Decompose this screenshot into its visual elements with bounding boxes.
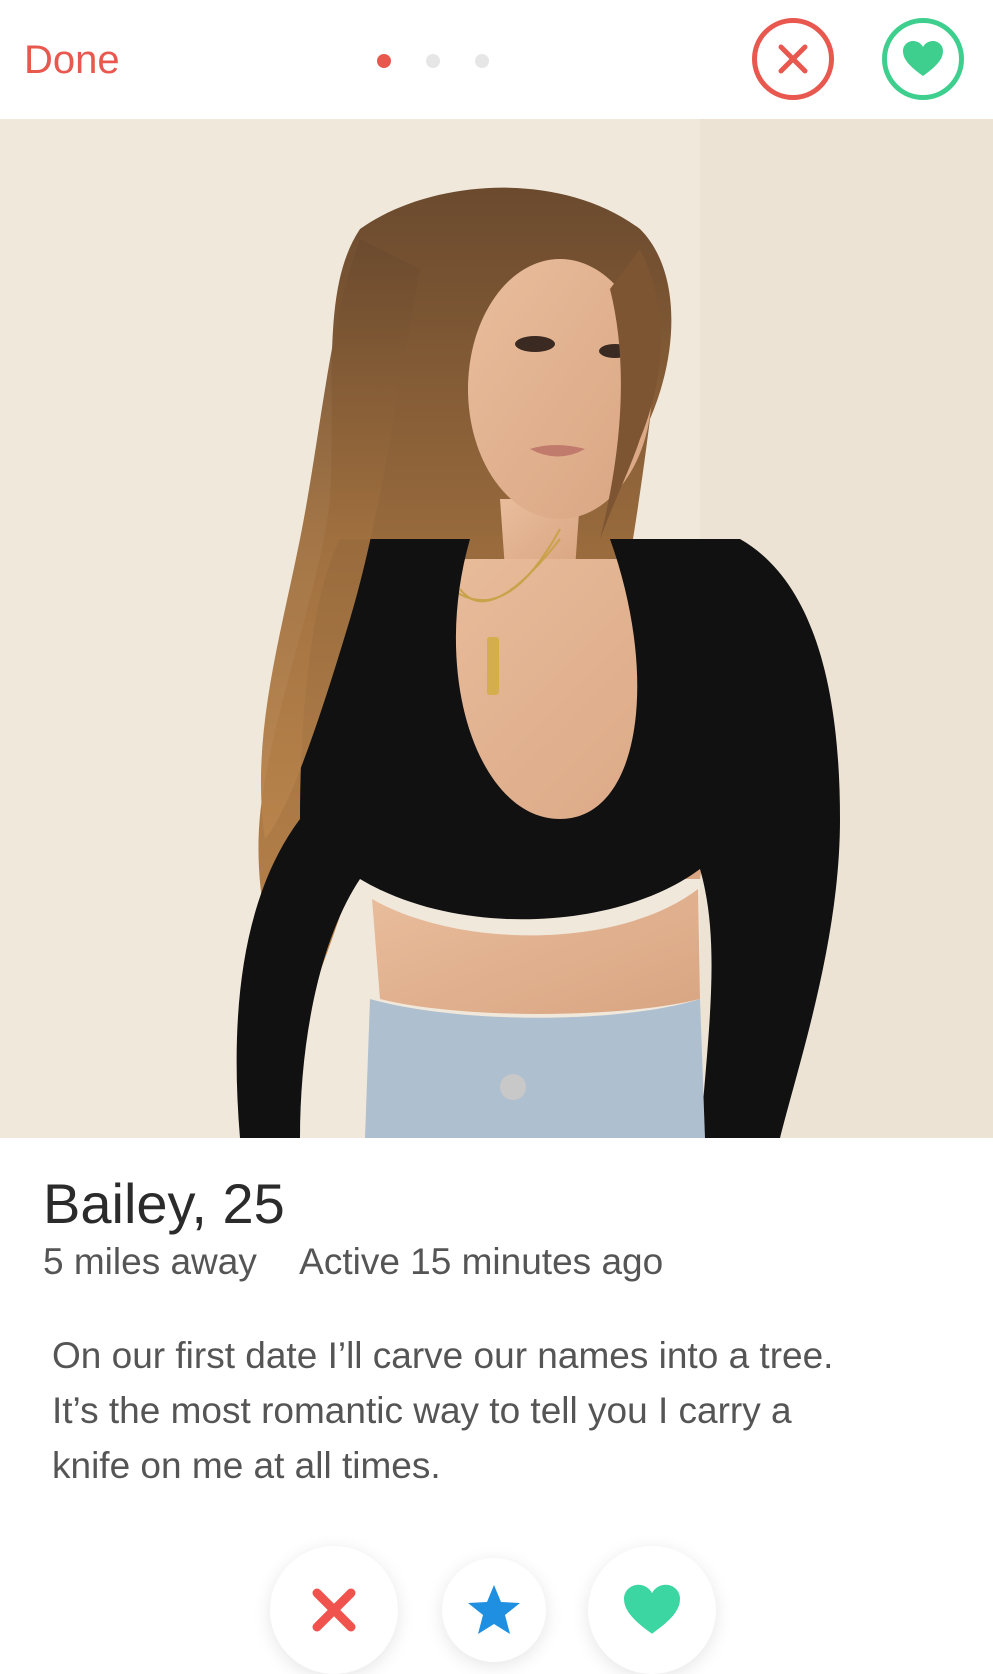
photo-dot[interactable] [475,54,489,68]
like-button[interactable] [588,1546,716,1674]
profile-photo-illustration [0,119,993,1138]
photo-dot[interactable] [377,54,391,68]
activity-status: Active 15 minutes ago [299,1241,664,1282]
close-icon [778,44,808,74]
bio-line: It’s the most romantic way to tell you I… [52,1390,792,1431]
action-bar [0,1540,993,1674]
heart-icon [903,41,943,76]
close-profile-button[interactable] [752,18,834,100]
super-like-button[interactable] [442,1558,546,1662]
profile-bio: On our first date I’ll carve our names i… [52,1328,952,1493]
photo-indicator [377,54,489,68]
bio-line: On our first date I’ll carve our names i… [52,1335,834,1376]
x-icon [312,1588,356,1632]
star-icon [468,1585,520,1634]
profile-meta: 5 miles away Active 15 minutes ago [43,1240,663,1284]
profile-name-age: Bailey, 25 [43,1172,285,1235]
heart-icon [624,1584,680,1634]
done-button[interactable]: Done [24,38,120,83]
photo-dot[interactable] [426,54,440,68]
like-profile-button[interactable] [882,18,964,100]
distance-text: 5 miles away [43,1241,257,1282]
top-bar: Done [0,0,993,119]
profile-photo[interactable] [0,119,993,1138]
nope-button[interactable] [270,1546,398,1674]
bio-line: knife on me at all times. [52,1445,441,1486]
